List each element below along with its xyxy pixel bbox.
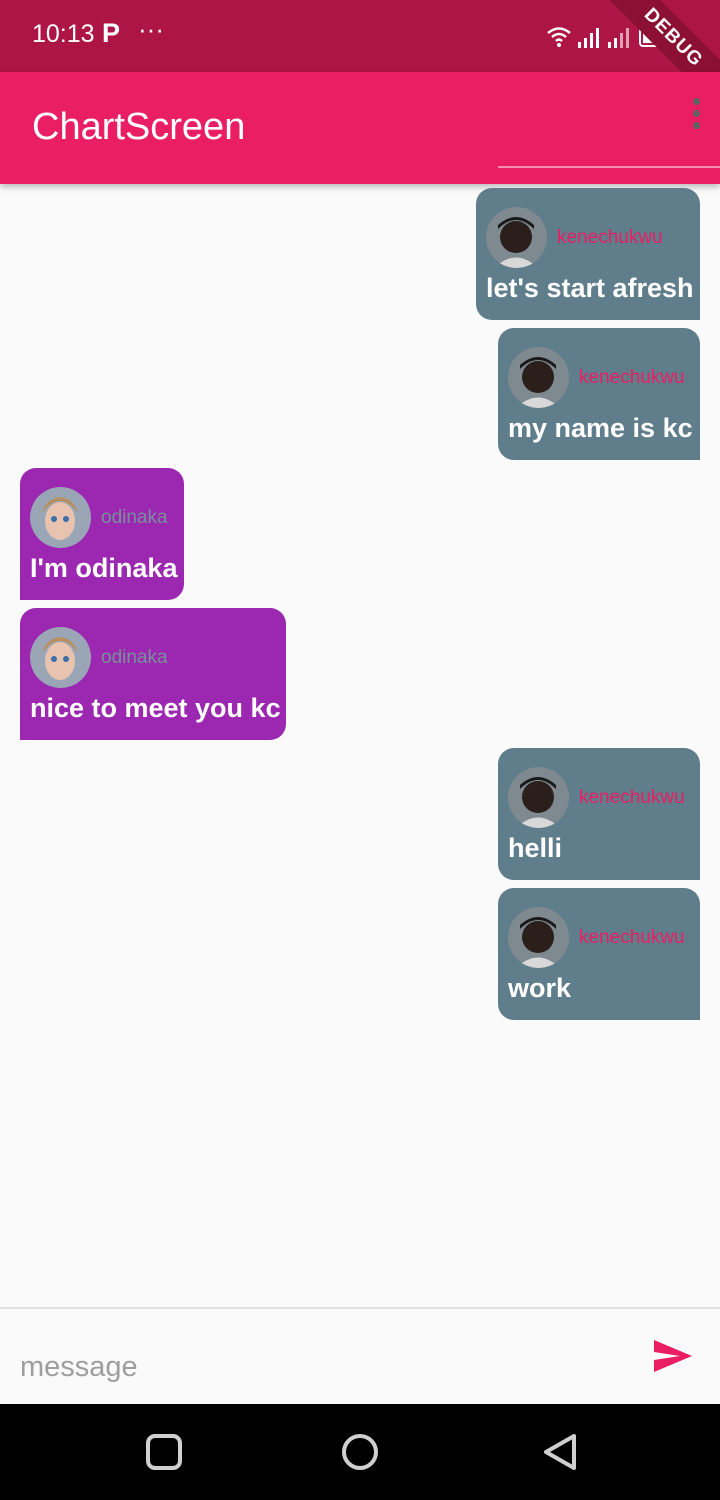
square-icon[interactable] xyxy=(144,1432,184,1472)
notification-p-icon: P xyxy=(102,18,121,48)
message-text: I'm odinaka xyxy=(30,553,178,583)
message-bubble: odinaka I'm odinaka xyxy=(20,468,184,600)
message-bubble: odinaka nice to meet you kc xyxy=(20,608,286,740)
message-header: odinaka xyxy=(30,627,276,688)
sender-name: kenechukwu xyxy=(579,366,685,388)
sender-name: kenechukwu xyxy=(579,786,685,808)
back-triangle-icon[interactable] xyxy=(540,1432,580,1472)
message-text: helli xyxy=(508,833,563,863)
signal-icon xyxy=(608,28,629,48)
message-header: odinaka xyxy=(30,487,174,548)
message-bubble: kenechukwu let's start afresh xyxy=(476,188,700,320)
page-title: ChartScreen xyxy=(32,106,246,148)
app-bar-divider xyxy=(498,166,720,168)
avatar xyxy=(508,767,569,828)
message-bubble: kenechukwu my name is kc xyxy=(498,328,700,460)
message-bubble: kenechukwu helli xyxy=(498,748,700,880)
system-nav-bar xyxy=(0,1404,720,1500)
avatar xyxy=(508,347,569,408)
avatar xyxy=(508,907,569,968)
message-text: let's start afresh xyxy=(486,273,694,303)
avatar xyxy=(486,207,547,268)
status-overflow-icon: ··· xyxy=(138,14,164,44)
signal-icon xyxy=(578,28,599,48)
message-header: kenechukwu xyxy=(508,767,690,828)
message-header: kenechukwu xyxy=(508,907,690,968)
wifi-icon xyxy=(547,27,571,47)
message-bubble: kenechukwu work xyxy=(498,888,700,1020)
message-header: kenechukwu xyxy=(486,207,690,268)
sender-name: odinaka xyxy=(101,646,168,668)
send-icon[interactable] xyxy=(648,1334,696,1382)
message-input[interactable] xyxy=(20,1340,620,1394)
composer-divider xyxy=(0,1307,720,1309)
circle-icon[interactable] xyxy=(340,1432,380,1472)
message-text: nice to meet you kc xyxy=(30,693,281,723)
status-bar: 10:13 P ··· DEBUG xyxy=(0,0,720,118)
message-text: work xyxy=(508,973,572,1003)
more-vert-icon[interactable] xyxy=(688,98,704,138)
avatar xyxy=(30,487,91,548)
sender-name: odinaka xyxy=(101,506,168,528)
sender-name: kenechukwu xyxy=(579,926,685,948)
status-time: 10:13 xyxy=(32,20,95,48)
message-text: my name is kc xyxy=(508,413,693,443)
message-header: kenechukwu xyxy=(508,347,690,408)
sender-name: kenechukwu xyxy=(557,226,663,248)
app-bar: ChartScreen xyxy=(0,72,720,184)
avatar xyxy=(30,627,91,688)
